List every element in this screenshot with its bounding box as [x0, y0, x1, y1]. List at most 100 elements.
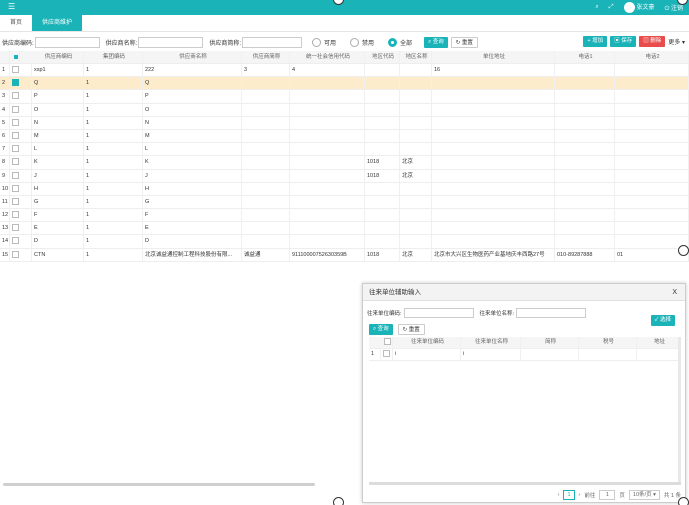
table-row[interactable]: 4 O1O [0, 103, 689, 117]
row-checkbox[interactable] [12, 66, 19, 74]
column-header[interactable]: 电话2 [615, 51, 689, 63]
column-header[interactable]: 往来单位名称 [461, 337, 521, 348]
row-checkbox[interactable] [383, 350, 390, 358]
radio-available[interactable] [312, 37, 322, 47]
column-header[interactable]: 税号 [579, 337, 637, 348]
row-checkbox[interactable] [12, 237, 19, 245]
table-cell: N [143, 116, 242, 129]
select-button[interactable]: ✓ 选择 [650, 315, 675, 326]
table-cell: L [32, 143, 84, 156]
row-checkbox[interactable] [12, 211, 19, 219]
page-size-select[interactable]: 10条/页 ▾ [628, 490, 660, 500]
dialog-vertical-scrollbar[interactable] [678, 337, 681, 482]
table-cell: D [32, 235, 84, 248]
goto-input[interactable]: 1 [599, 490, 616, 500]
table-row[interactable]: 12 F 1 F [0, 209, 689, 223]
table-cell [555, 116, 615, 129]
row-checkbox[interactable] [12, 105, 19, 113]
dialog-horizontal-scrollbar[interactable] [369, 482, 681, 485]
column-header[interactable]: 集团编码 [84, 51, 143, 63]
table-row[interactable]: 3 P1P [0, 90, 689, 104]
table-row[interactable]: 5 N1N [0, 116, 689, 130]
column-header[interactable]: 往来单位编码 [393, 337, 461, 348]
row-checkbox[interactable] [12, 92, 19, 100]
reset-button[interactable]: ↻ 重置 [450, 36, 478, 48]
table-row[interactable]: 2 Q1Q [0, 77, 689, 91]
table-row[interactable]: 15 CTN 1 北京诚益通控制工程科技股份有限... 诚益通 9111000075263… [0, 248, 689, 262]
more-button[interactable]: 更多 ▾ [668, 37, 685, 46]
row-checkbox[interactable] [12, 158, 19, 166]
tab-supplier-maintenance[interactable]: 供应商维护 [32, 15, 83, 31]
horizontal-scrollbar[interactable] [3, 483, 315, 486]
row-checkbox[interactable] [12, 171, 19, 179]
close-icon[interactable]: X [672, 284, 677, 301]
supplier-short-input[interactable] [242, 36, 303, 48]
column-header[interactable]: 地区名称 [400, 51, 432, 63]
page-number[interactable]: 1 [563, 490, 575, 500]
row-checkbox[interactable] [12, 79, 19, 87]
column-header[interactable]: 电话1 [555, 51, 615, 63]
dialog-reset-button[interactable]: ↻ 重置 [397, 324, 425, 335]
table-row[interactable]: 6 M1M [0, 129, 689, 144]
table-cell [615, 90, 689, 103]
supplier-code-input[interactable] [34, 36, 100, 48]
column-header[interactable]: 供应商简称 [242, 51, 290, 63]
dialog-query-label: 查询 [377, 326, 389, 332]
resize-handle-right[interactable] [678, 245, 689, 256]
radio-all[interactable] [388, 37, 398, 47]
table-row[interactable]: 1 xsp1 1 222 3 4 16 [0, 64, 689, 78]
table-row[interactable]: 8 K 1 K 1018 北京 [0, 156, 689, 170]
next-page-icon[interactable]: › [579, 492, 581, 498]
table-row[interactable]: 7 L1L [0, 143, 689, 157]
table-row[interactable]: 9 J 1 J 1018 北京 [0, 169, 689, 183]
search-icon: ⌕ [428, 38, 432, 45]
dialog-table-row[interactable]: 1 ii [369, 349, 681, 361]
row-checkbox[interactable] [12, 118, 19, 126]
menu-icon[interactable]: ☰ [8, 3, 15, 11]
row-checkbox[interactable] [12, 131, 19, 139]
column-header[interactable]: 供应商编码 [32, 51, 84, 63]
query-button[interactable]: ⌕ 查询 [424, 36, 448, 48]
table-cell [432, 182, 555, 195]
column-header[interactable]: 简称 [521, 337, 579, 348]
dialog-query-button[interactable]: ⌕ 查询 [369, 324, 393, 335]
prev-page-icon[interactable]: ‹ [558, 492, 560, 498]
row-checkbox[interactable] [12, 145, 19, 153]
partner-code-input[interactable] [403, 308, 474, 318]
dialog-title-bar: 往来单位辅助输入 X [363, 284, 685, 301]
column-header[interactable]: 供应商名称 [143, 51, 242, 63]
save-button[interactable]: ▣ 保存 [610, 36, 637, 47]
column-header[interactable]: 统一社会信用代码 [290, 51, 365, 63]
resize-handle-bottom-right[interactable] [678, 497, 689, 505]
row-checkbox[interactable] [12, 250, 19, 258]
column-header[interactable]: 地区代码 [365, 51, 400, 63]
row-checkbox[interactable] [12, 184, 19, 192]
table-cell [432, 195, 555, 209]
column-header[interactable]: 单位地址 [432, 51, 555, 63]
tab-home[interactable]: 首页 [0, 15, 32, 31]
delete-button[interactable]: ▥ 删除 [639, 36, 666, 47]
resize-handle-bottom[interactable] [333, 497, 344, 505]
table-cell: 1018 [365, 248, 400, 261]
page-size-value: 10条/页 [632, 492, 652, 498]
header-select-all[interactable] [10, 51, 20, 63]
row-checkbox[interactable] [12, 224, 19, 232]
column-header[interactable]: 地址 [637, 337, 681, 348]
add-button[interactable]: + 增加 [583, 36, 608, 47]
user-menu[interactable]: 张文豪 [623, 2, 655, 13]
save-icon: ▣ [614, 38, 620, 44]
radio-disabled[interactable] [350, 37, 360, 47]
supplier-name-input[interactable] [138, 36, 204, 48]
fullscreen-icon[interactable]: ⤢ [609, 4, 614, 11]
table-row[interactable]: 14 D 1 D [0, 235, 689, 249]
select-all-checkbox[interactable] [384, 338, 391, 346]
partner-name-input[interactable] [516, 308, 587, 318]
table-row[interactable]: 10 H 1 H [0, 182, 689, 196]
table-cell: F [32, 209, 84, 222]
select-all-checkbox[interactable] [13, 54, 18, 59]
header-select-all[interactable] [381, 337, 393, 348]
search-icon[interactable]: ⌕ [595, 4, 598, 11]
row-checkbox[interactable] [12, 197, 19, 205]
table-row[interactable]: 13 E 1 E [0, 222, 689, 236]
table-row[interactable]: 11 G 1 G [0, 195, 689, 210]
